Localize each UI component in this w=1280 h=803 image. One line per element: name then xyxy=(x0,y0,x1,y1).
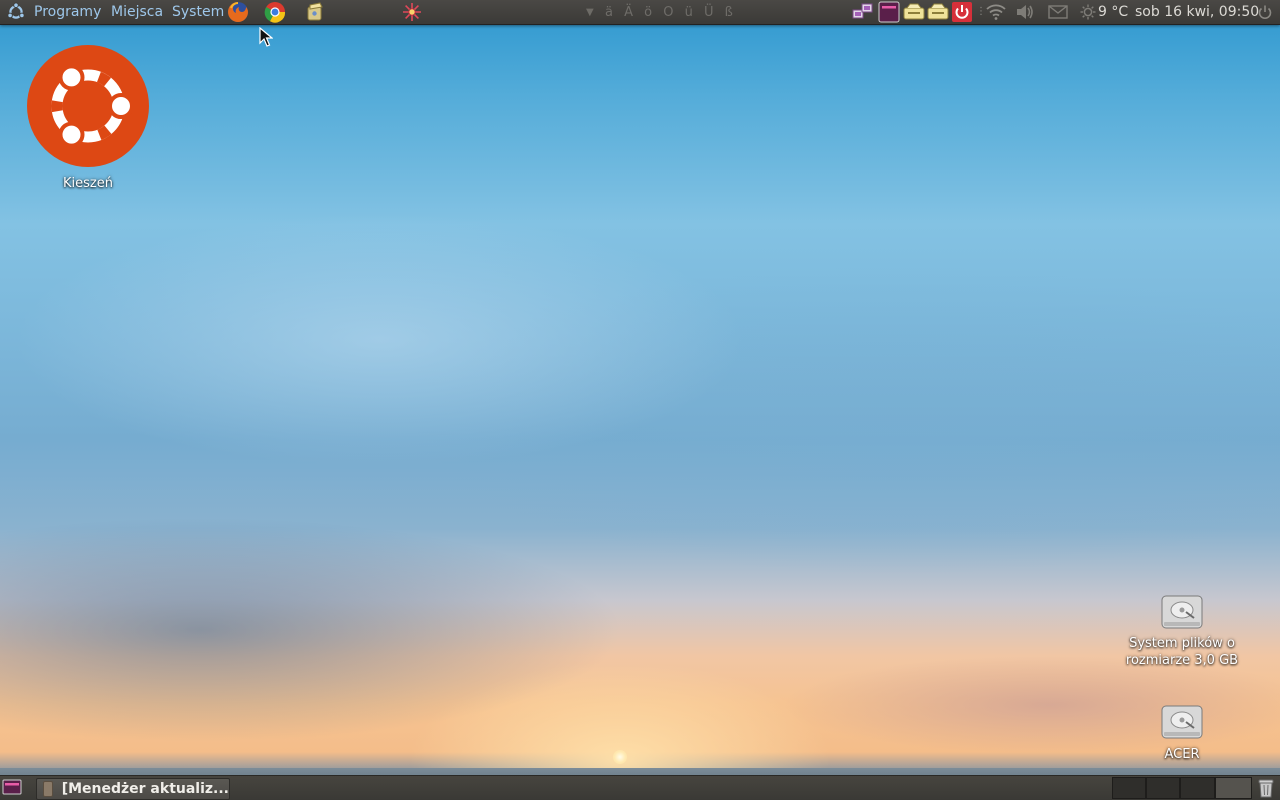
workspace-4[interactable] xyxy=(1215,777,1252,799)
ubuntu-home-icon xyxy=(27,45,149,167)
volume-icon[interactable] xyxy=(1016,0,1034,24)
temperature-label: 9 °C xyxy=(1098,4,1129,20)
workspace-switcher xyxy=(1112,777,1252,799)
menu-system-label: System xyxy=(172,4,225,20)
terminal-app-icon[interactable] xyxy=(878,0,900,24)
desktop-icon-home[interactable]: Kieszeń xyxy=(26,44,150,194)
filesystem-drive-label-line2: rozmiarze 3,0 GB xyxy=(1125,653,1239,668)
charpick-dropdown-icon[interactable]: ▼ xyxy=(586,0,594,24)
desktop-icon-acer-drive[interactable]: ACER xyxy=(1120,702,1244,766)
wallpaper-sun xyxy=(613,750,627,764)
desktop-wallpaper xyxy=(0,0,1280,800)
trash-button[interactable] xyxy=(1256,777,1278,799)
ubuntu-logo-icon[interactable] xyxy=(6,0,26,24)
taskbar-item-update-manager[interactable]: [Menedżer aktualiz... xyxy=(36,778,230,800)
taskbar-item-label: [Menedżer aktualiz... xyxy=(61,781,229,797)
drive-mount-icon[interactable] xyxy=(903,0,925,24)
weather-temperature[interactable]: 9 °C xyxy=(1098,0,1128,24)
mail-indicator-icon[interactable] xyxy=(1048,0,1068,24)
trash-icon xyxy=(1258,779,1274,798)
session-power-icon[interactable] xyxy=(1257,0,1273,24)
workspace-3[interactable] xyxy=(1180,777,1215,799)
show-desktop-icon xyxy=(2,779,22,795)
harddisk-icon xyxy=(1161,595,1203,629)
bottom-panel: [Menedżer aktualiz... xyxy=(0,775,1280,800)
mouse-cursor-icon xyxy=(259,26,274,51)
workspace-2[interactable] xyxy=(1146,777,1180,799)
menu-programs-label: Programy xyxy=(34,4,102,20)
chrome-launcher-icon[interactable] xyxy=(264,0,286,24)
menu-programs[interactable]: Programy xyxy=(34,0,101,24)
home-folder-label: Kieszeń xyxy=(63,176,113,191)
show-desktop-button[interactable] xyxy=(2,778,24,798)
menu-places[interactable]: Miejsca xyxy=(111,0,163,24)
tray-handle-icon[interactable]: ⋮ xyxy=(976,0,986,24)
firefox-launcher-icon[interactable] xyxy=(226,0,250,24)
workspace-1[interactable] xyxy=(1112,777,1146,799)
menu-system[interactable]: System xyxy=(172,0,224,24)
desktop-icon-filesystem-drive[interactable]: System plików o rozmiarze 3,0 GB xyxy=(1120,592,1244,674)
wifi-icon[interactable] xyxy=(986,0,1006,24)
drive-mount-2-icon[interactable] xyxy=(927,0,949,24)
top-panel: Programy Miejsca System ▼ ä Ä ö O ü Ü ß … xyxy=(0,0,1280,25)
charpick-applet[interactable]: ä Ä ö O ü Ü ß xyxy=(605,0,735,24)
shutdown-applet-icon[interactable] xyxy=(951,0,973,24)
software-launcher-icon[interactable] xyxy=(304,0,326,24)
acer-drive-label: ACER xyxy=(1164,747,1200,762)
update-manager-icon xyxy=(43,781,53,797)
harddisk-icon xyxy=(1161,705,1203,739)
clock-applet[interactable]: sob 16 kwi, 09:50 xyxy=(1135,0,1259,24)
filesystem-drive-label-line1: System plików o xyxy=(1129,636,1235,651)
menu-places-label: Miejsca xyxy=(111,4,164,20)
spark-applet-icon[interactable] xyxy=(402,0,422,24)
network-manager-icon[interactable] xyxy=(852,0,874,24)
weather-icon[interactable] xyxy=(1080,0,1096,24)
charpick-characters: ä Ä ö O ü Ü ß xyxy=(605,4,735,20)
clock-label: sob 16 kwi, 09:50 xyxy=(1135,4,1260,20)
